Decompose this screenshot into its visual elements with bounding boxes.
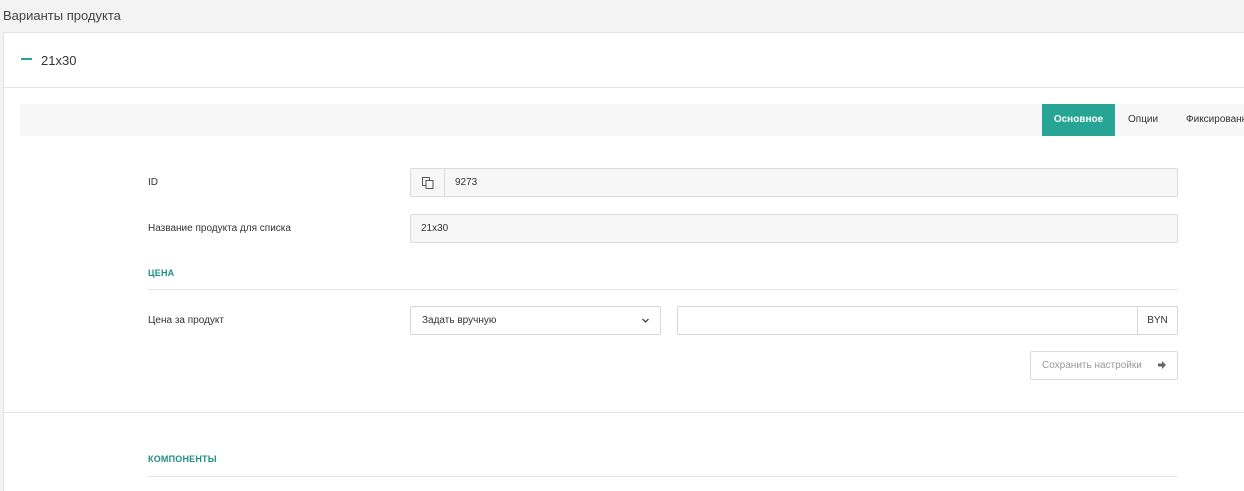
copy-icon [421,176,433,189]
price-mode-select[interactable]: Задать вручную [410,306,661,335]
currency-label: BYN [1137,306,1178,335]
price-mode-value: Задать вручную [422,315,497,326]
save-settings-label: Сохранить настройки [1042,360,1142,371]
chevron-down-icon [642,318,649,323]
copy-button[interactable] [411,169,445,196]
tab-options[interactable]: Опции [1128,104,1158,136]
tab-main[interactable]: Основное [1042,104,1115,136]
components-section-title: КОМПОНЕНТЫ [148,454,217,464]
id-value: 9273 [455,177,478,188]
id-field: 9273 [410,168,1178,197]
page-title: Варианты продукта [3,8,121,23]
price-section-rule [148,289,1178,290]
tab-fixed[interactable]: Фиксированные [1186,104,1244,136]
name-value: 21x30 [421,223,449,234]
components-section-rule [148,476,1178,477]
section-divider [4,412,1244,413]
variant-header[interactable]: 21x30 [4,33,1244,88]
price-input[interactable] [677,306,1138,335]
id-label: ID [148,177,158,188]
minus-icon[interactable] [21,58,32,60]
page-header: Варианты продукта [0,0,1244,32]
price-label: Цена за продукт [148,315,224,326]
price-section-title: ЦЕНА [148,268,175,278]
tabs-bar: Основное Опции Фиксированные [20,104,1244,136]
variant-title: 21x30 [41,53,77,68]
variant-panel: 21x30 Основное Опции Фиксированные ID 92… [3,32,1244,491]
name-label: Название продукта для списка [148,223,291,234]
save-settings-button[interactable]: Сохранить настройки [1030,351,1178,380]
arrow-right-icon [1158,361,1166,369]
name-field[interactable]: 21x30 [410,214,1178,243]
